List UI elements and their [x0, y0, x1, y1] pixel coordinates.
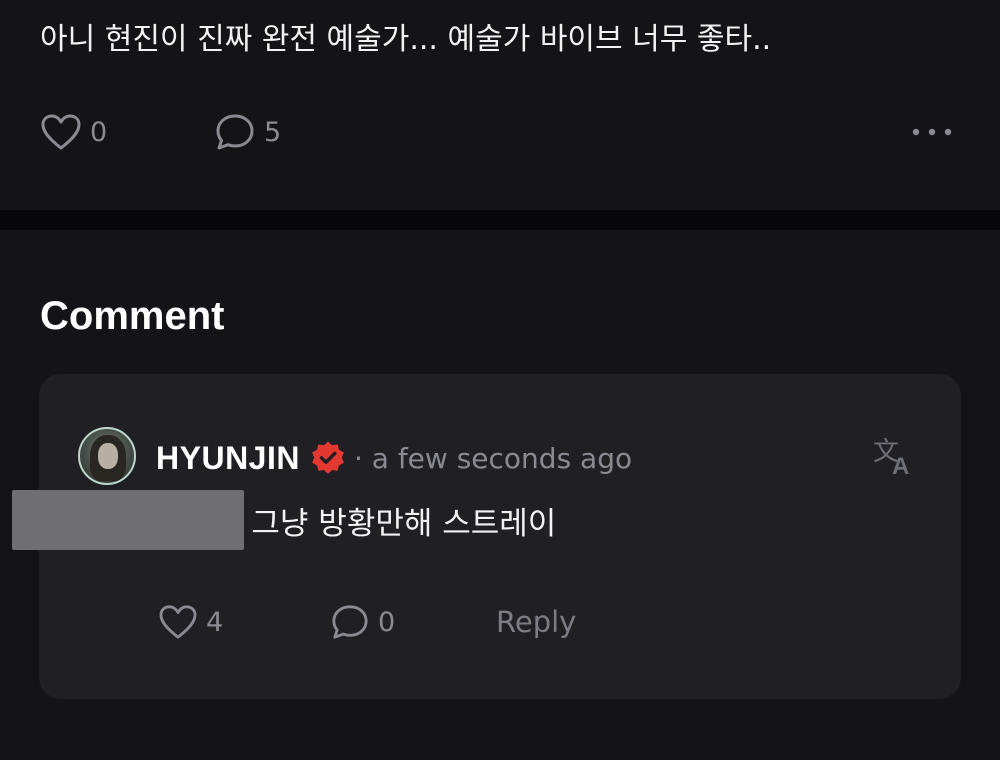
- heart-icon: [159, 605, 197, 639]
- post-comment-count: 5: [264, 116, 282, 148]
- post-actions: 0 5: [40, 110, 960, 154]
- post-more-button[interactable]: [910, 110, 954, 154]
- post-like-count: 0: [90, 116, 108, 148]
- comment-timestamp: · a few seconds ago: [353, 441, 633, 475]
- heart-icon: [41, 114, 81, 150]
- comment-header: HYUNJIN · a few seconds ago: [156, 436, 632, 480]
- avatar[interactable]: [78, 427, 136, 485]
- comment-card: HYUNJIN · a few seconds ago 文 A 아니야 그냥 방…: [12, 374, 961, 699]
- speech-bubble-icon: [332, 605, 368, 639]
- more-horizontal-icon: [912, 128, 952, 136]
- comment-reply-count-button[interactable]: 0: [330, 600, 395, 644]
- post-text: 아니 현진이 진짜 완전 예술가... 예술가 바이브 너무 좋타..: [40, 22, 772, 57]
- comment-actions: 4 0 Reply: [158, 600, 758, 644]
- comments-title: Comment: [40, 294, 225, 338]
- verified-badge-icon: [312, 441, 344, 474]
- section-divider: [0, 210, 1000, 230]
- redaction-box: [12, 490, 244, 550]
- post: 아니 현진이 진짜 완전 예술가... 예술가 바이브 너무 좋타.. 0 5: [0, 0, 1000, 210]
- post-comment-button[interactable]: 5: [214, 110, 281, 154]
- svg-text:A: A: [892, 453, 909, 478]
- avatar-face: [98, 443, 118, 469]
- comment-like-button[interactable]: 4: [158, 600, 223, 644]
- translate-icon[interactable]: 文 A: [871, 432, 917, 478]
- comment-comment-count: 0: [378, 606, 396, 638]
- post-like-button[interactable]: 0: [40, 110, 107, 154]
- comment-author[interactable]: HYUNJIN: [156, 440, 300, 477]
- speech-bubble-icon: [216, 114, 254, 150]
- comment-like-count: 4: [206, 606, 224, 638]
- reply-button[interactable]: Reply: [496, 600, 576, 644]
- comments-section: Comment HYUNJIN · a few seconds ago 文 A …: [0, 230, 1000, 760]
